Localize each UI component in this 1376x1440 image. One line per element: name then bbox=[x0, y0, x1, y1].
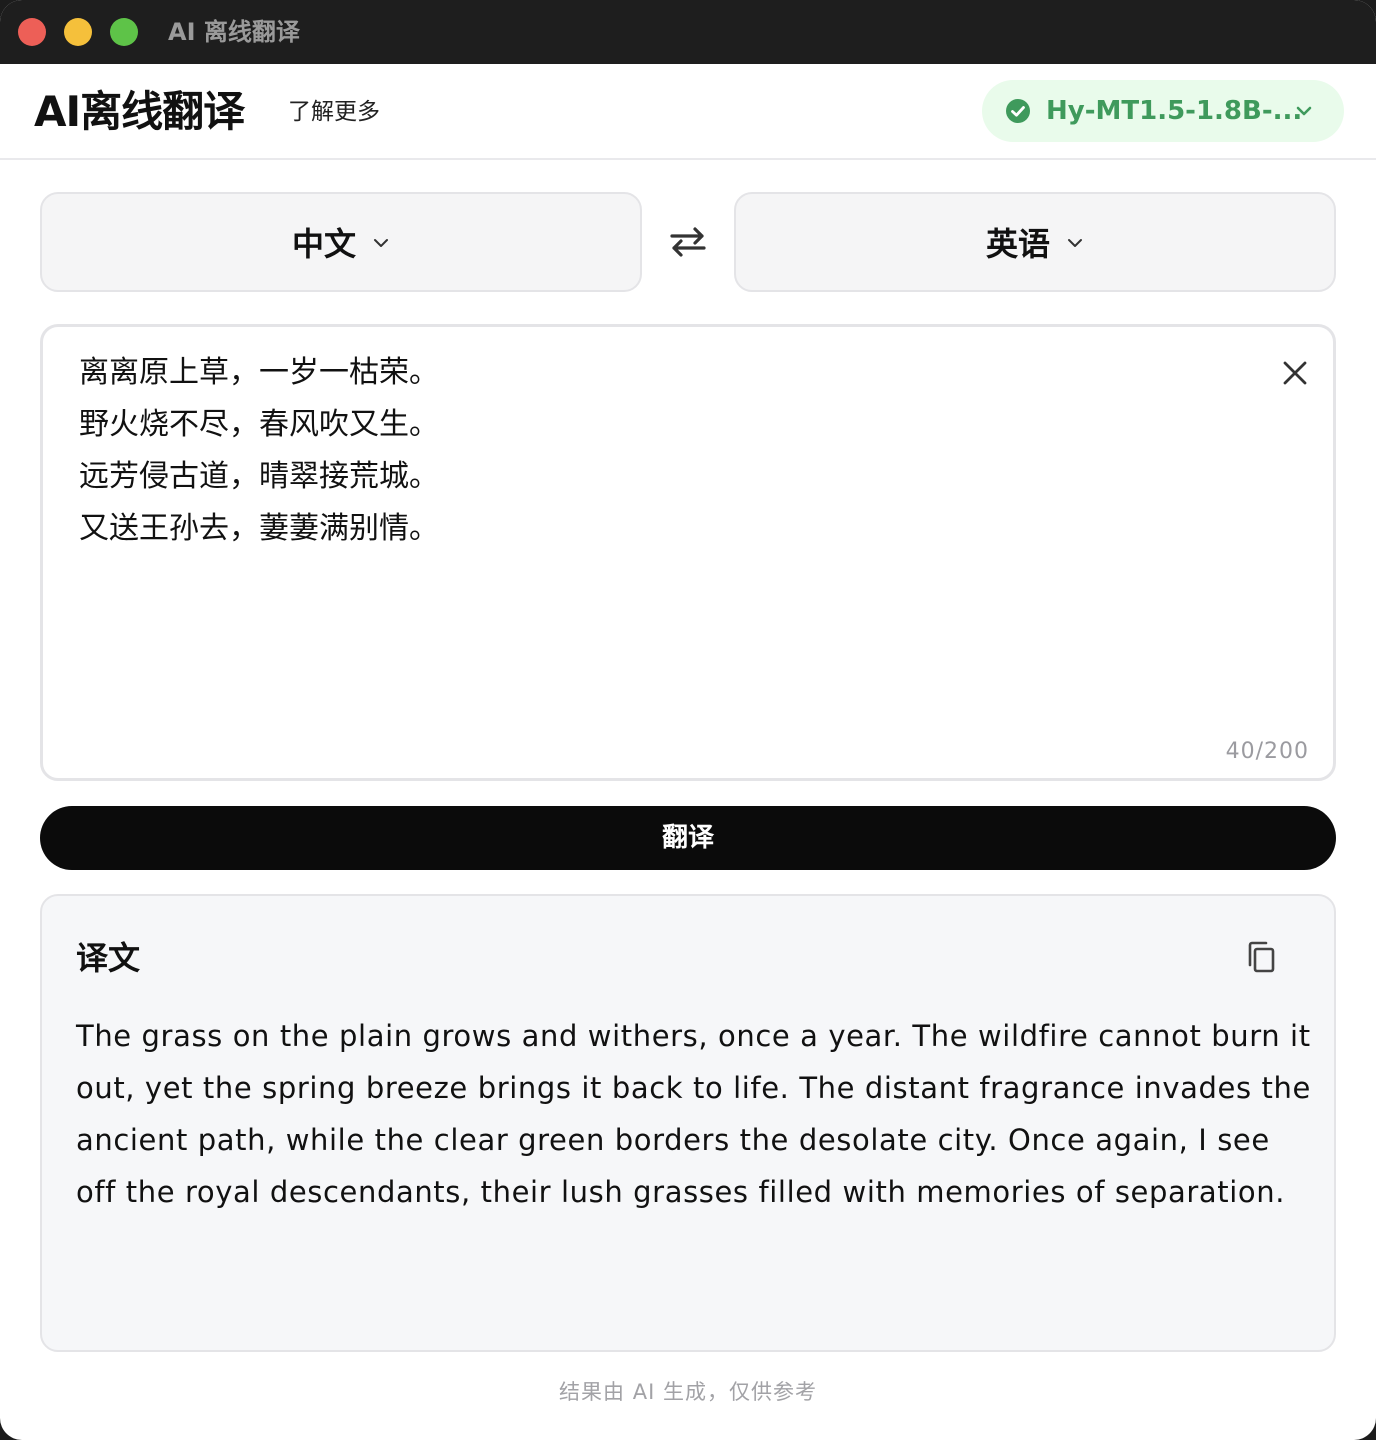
app-title: AI离线翻译 bbox=[34, 87, 245, 136]
app-window: AI 离线翻译 AI离线翻译 了解更多 Hy-MT1.5-1.8B-... 中文… bbox=[0, 0, 1376, 1440]
learn-more-link[interactable]: 了解更多 bbox=[288, 94, 380, 130]
chevron-down-icon bbox=[374, 239, 388, 247]
chevron-down-icon bbox=[1068, 239, 1082, 247]
source-text[interactable]: 离离原上草，一岁一枯荣。 野火烧不尽，春风吹又生。 远芳侵古道，晴翠接荒城。 又… bbox=[79, 347, 439, 555]
app-header: AI离线翻译 了解更多 Hy-MT1.5-1.8B-... bbox=[0, 64, 1376, 160]
copy-icon[interactable] bbox=[1246, 940, 1276, 974]
title-bar: AI 离线翻译 bbox=[0, 0, 1376, 64]
maximize-window-button[interactable] bbox=[110, 18, 138, 46]
target-language-label: 英语 bbox=[985, 225, 1050, 263]
source-language-label: 中文 bbox=[291, 225, 356, 263]
translate-button[interactable]: 翻译 bbox=[40, 806, 1336, 870]
result-heading: 译文 bbox=[76, 939, 141, 977]
source-language-select[interactable]: 中文 bbox=[40, 192, 642, 292]
target-language-select[interactable]: 英语 bbox=[734, 192, 1336, 292]
window-title: AI 离线翻译 bbox=[168, 18, 300, 46]
translated-text: The grass on the plain grows and withers… bbox=[76, 1019, 1311, 1209]
char-count: 40/200 bbox=[1225, 739, 1309, 764]
disclaimer-text: 结果由 AI 生成，仅供参考 bbox=[559, 1380, 817, 1404]
model-selector[interactable]: Hy-MT1.5-1.8B-... bbox=[982, 80, 1344, 142]
minimize-window-button[interactable] bbox=[64, 18, 92, 46]
result-panel: 译文 The grass on the plain grows and with… bbox=[40, 894, 1336, 1352]
check-circle-icon bbox=[1006, 99, 1030, 123]
chevron-down-icon bbox=[1296, 106, 1312, 116]
close-window-button[interactable] bbox=[18, 18, 46, 46]
close-icon[interactable] bbox=[1281, 359, 1309, 387]
source-text-input[interactable]: 离离原上草，一岁一枯荣。 野火烧不尽，春风吹又生。 远芳侵古道，晴翠接荒城。 又… bbox=[40, 324, 1336, 781]
swap-arrows-icon[interactable] bbox=[668, 224, 708, 260]
model-name: Hy-MT1.5-1.8B-... bbox=[1046, 96, 1303, 126]
